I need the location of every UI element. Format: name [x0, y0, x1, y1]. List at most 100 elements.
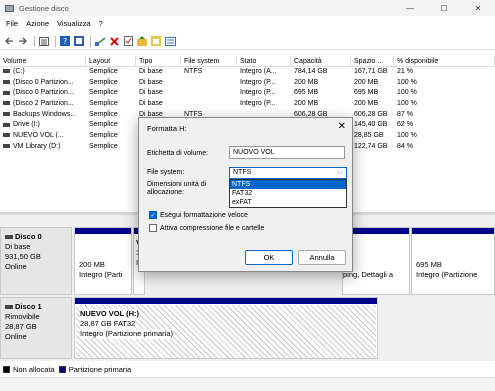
menu-file[interactable]: File	[6, 19, 18, 31]
cell-stato: Integro (A...	[240, 68, 277, 75]
partition-size: 28,87 GB FAT32	[80, 319, 136, 329]
cell-stato: Integro (P...	[240, 89, 276, 97]
disk-0-partition-1[interactable]: 200 MB Integro (Parti	[74, 227, 132, 295]
help-icon[interactable]: ?	[59, 35, 71, 47]
volume-icon	[3, 133, 10, 138]
cell-capacita: 695 MB	[294, 89, 319, 97]
cell-layout: Semplice	[89, 121, 118, 129]
menu-visualizza[interactable]: Visualizza	[57, 19, 91, 31]
file-system-option-exfat[interactable]: exFAT	[230, 198, 346, 207]
ok-button[interactable]: OK	[245, 250, 293, 265]
cell-percent-free: 100 %	[397, 100, 417, 108]
window-title: Gestione disco	[19, 3, 69, 13]
disk-1-type: Rimovibile	[5, 312, 40, 321]
cell-percent-free: 87 %	[397, 110, 413, 118]
volume-icon	[3, 90, 10, 95]
compression-checkbox[interactable]: Attiva compressione file e cartelle	[149, 224, 264, 232]
maximize-button[interactable]: ☐	[427, 0, 461, 16]
properties-icon[interactable]	[73, 35, 85, 47]
toolbar-divider	[90, 35, 91, 47]
cell-tipo: Di base	[139, 89, 163, 97]
menu-azione[interactable]: Azione	[26, 19, 49, 31]
checkbox-unchecked-icon	[149, 224, 157, 232]
cell-tipo: Di base	[139, 78, 163, 86]
check-icon[interactable]	[122, 35, 134, 47]
svg-text:?: ?	[63, 37, 67, 46]
disk-1-partition-1[interactable]: NUEVO VOL (H:) 28,87 GB FAT32 Integro (P…	[74, 297, 378, 359]
cell-spazio: 145,40 GB	[354, 121, 388, 129]
cell-stato: Integro (P...	[240, 78, 276, 86]
file-system-select[interactable]: NTFS ⌵	[229, 167, 347, 179]
legend-swatch-unallocated	[3, 365, 10, 373]
status-bar	[0, 377, 495, 391]
minimize-button[interactable]: —	[393, 0, 427, 16]
toolbar: ?	[0, 33, 495, 50]
cell-tipo: Di base	[139, 68, 163, 75]
cell-volume: NUEVO VOL (...	[0, 131, 86, 142]
legend-swatch-primary	[58, 365, 66, 373]
close-icon[interactable]: ✕	[338, 121, 346, 132]
volume-icon	[3, 143, 10, 148]
legend: Non allocata Partizione primaria	[0, 362, 495, 376]
column-header-capacita[interactable]: Capacità	[291, 56, 351, 66]
export-icon[interactable]	[150, 35, 162, 47]
cell-volume-text: Drive (I:)	[13, 121, 40, 129]
cancel-button[interactable]: Annulla	[298, 250, 346, 265]
cell-volume-text: NUEVO VOL (...	[13, 132, 64, 140]
table-row[interactable]: (Disco 2 Partizion... Semplice Di base Inte…	[0, 99, 495, 110]
cell-spazio: 167,71 GB	[354, 68, 388, 75]
table-row[interactable]: (Disco 0 Partizion... Semplice Di base Inte…	[0, 88, 495, 99]
column-header-percent-free[interactable]: % disponibile	[394, 56, 495, 66]
cell-volume: Backups Windows...	[0, 110, 86, 121]
column-header-tipo[interactable]: Tipo	[136, 56, 181, 66]
connect-icon[interactable]	[94, 35, 106, 47]
allocation-unit-caption-line-1: Dimensioni unità di	[147, 181, 207, 188]
disk-1-label[interactable]: Disco 1 Rimovibile 28,87 GB Online	[0, 297, 72, 359]
partition-size: 695 MB	[416, 260, 442, 269]
allocation-unit-caption-line-2: allocazione:	[147, 189, 184, 196]
cell-volume: (Disco 0 Partizion...	[0, 88, 86, 99]
disk-0-type: Di base	[5, 242, 31, 251]
cell-tipo: Di base	[139, 100, 163, 108]
cell-percent-free: 100 %	[397, 132, 417, 140]
column-header-file-system[interactable]: File system	[181, 56, 237, 66]
properties-sheet-icon[interactable]	[164, 35, 176, 47]
cell-spazio: 28,85 GB	[354, 132, 384, 140]
cell-capacita: 784,14 GB	[294, 68, 328, 75]
delete-icon[interactable]	[108, 35, 120, 47]
disk-0-name: Disco 0	[15, 232, 42, 241]
list-view-icon[interactable]	[38, 35, 50, 47]
cell-spazio: 695 MB	[354, 89, 379, 97]
menu-help[interactable]: ?	[99, 19, 103, 31]
back-arrow-icon[interactable]	[3, 35, 15, 47]
forward-arrow-icon[interactable]	[17, 35, 29, 47]
volume-icon	[3, 101, 10, 106]
disk-0-status: Online	[5, 262, 27, 271]
quick-format-label: Esegui formattazione veloce	[160, 211, 248, 219]
table-row[interactable]: (Disco 0 Partizion... Semplice Di base Inte…	[0, 78, 495, 89]
compression-label: Attiva compressione file e cartelle	[160, 224, 265, 232]
file-system-option-fat32[interactable]: FAT32	[230, 189, 346, 198]
legend-label-unallocated: Non allocata	[13, 364, 55, 374]
folder-up-icon[interactable]	[136, 35, 148, 47]
disk-0-label[interactable]: Disco 0 Di base 931,50 GB Online	[0, 227, 72, 295]
column-header-spazio[interactable]: Spazio ...	[351, 56, 394, 66]
quick-format-checkbox[interactable]: ✓ Esegui formattazione veloce	[149, 211, 248, 219]
cell-percent-free: 100 %	[397, 89, 417, 97]
disk-1-status: Online	[5, 332, 27, 341]
column-header-layout[interactable]: Layout	[86, 56, 136, 66]
cell-capacita: 200 MB	[294, 78, 319, 86]
cell-capacita: 200 MB	[294, 100, 319, 108]
disk-0-partition-4[interactable]: 695 MB Integro (Partizione	[411, 227, 495, 295]
table-row[interactable]: (C:) Semplice Di base NTFS Integro (A... 784,…	[0, 67, 495, 78]
volume-label-input[interactable]: NUOVO VOL	[229, 146, 345, 159]
close-button[interactable]: ✕	[461, 0, 495, 16]
file-system-option-ntfs[interactable]: NTFS	[230, 180, 346, 189]
volume-label-caption: Etichetta di volume:	[147, 150, 209, 157]
cell-percent-free: 62 %	[397, 121, 413, 129]
cell-volume: (Disco 0 Partizion...	[0, 78, 86, 89]
column-header-stato[interactable]: Stato	[237, 56, 291, 66]
toolbar-divider	[55, 35, 56, 47]
column-header-volume[interactable]: Volume	[0, 56, 86, 66]
cell-spazio: 122,74 GB	[354, 142, 388, 150]
